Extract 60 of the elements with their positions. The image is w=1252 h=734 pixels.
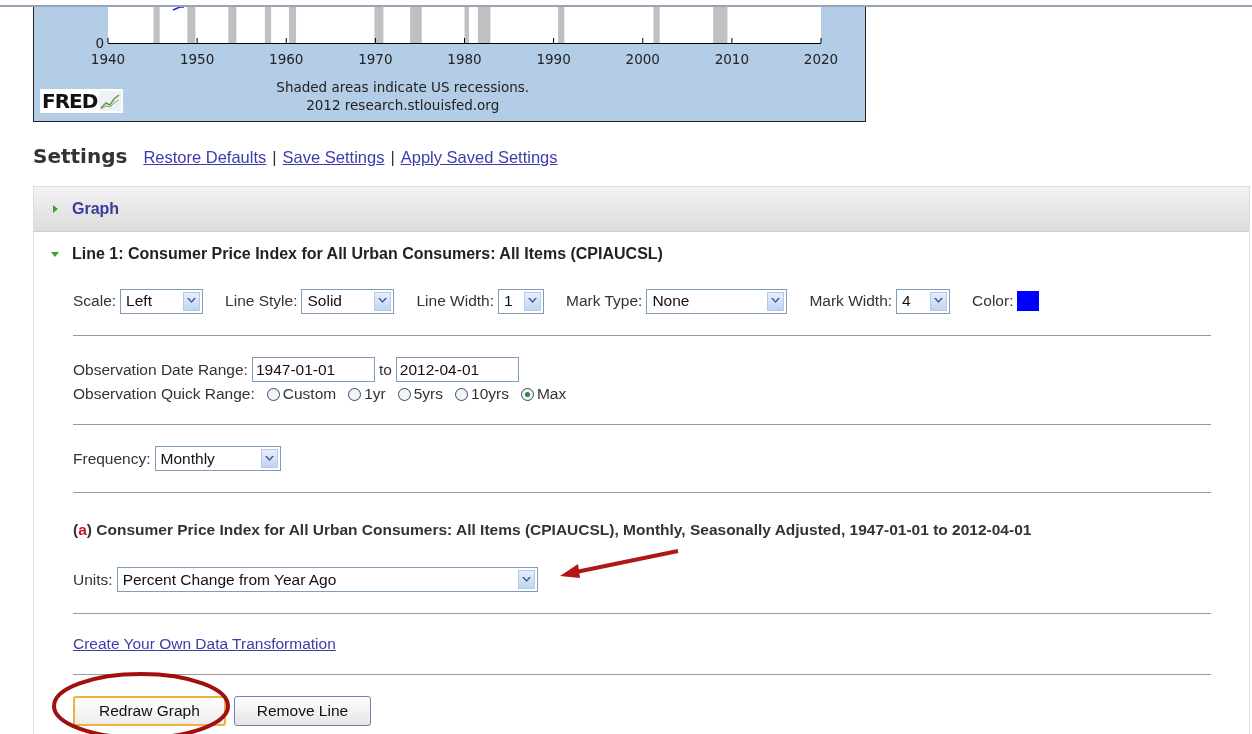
option-select[interactable]: 4 (896, 288, 951, 314)
radio-button[interactable] (266, 387, 280, 401)
radio-label: Custom (282, 385, 337, 403)
settings-link[interactable]: Restore Defaults (143, 148, 267, 167)
radio-button[interactable] (520, 387, 534, 401)
logo-text: FRED (42, 89, 98, 113)
color-swatch[interactable] (1017, 291, 1040, 311)
recession-note: Shaded areas indicate US recessions. (276, 78, 530, 96)
option-select[interactable]: Solid (301, 288, 395, 314)
option-select[interactable]: 1 (498, 288, 545, 314)
option-select[interactable]: Left (120, 288, 204, 314)
radio-label: Max (536, 385, 567, 403)
x-tick-label: 1980 (447, 51, 482, 67)
separator: | (272, 148, 277, 167)
x-tick-label: 1950 (179, 51, 215, 67)
radio-label: 5yrs (413, 385, 444, 403)
chart-icon (99, 91, 122, 111)
radio-button[interactable] (397, 387, 411, 401)
units-label: Units: (73, 570, 113, 589)
radio-label: 10yrs (471, 385, 509, 403)
x-tick-label: 1990 (536, 51, 571, 67)
x-tick-label: 1970 (358, 51, 393, 67)
settings-title: Settings (33, 144, 128, 168)
option-label: Mark Type: (566, 292, 643, 310)
settings-link[interactable]: Apply Saved Settings (400, 148, 558, 167)
separator: | (390, 148, 395, 167)
y-tick-label: 0 (95, 35, 104, 51)
section-header[interactable]: Graph (34, 187, 1249, 232)
x-tick-label: 1940 (90, 51, 126, 67)
triangle-right-icon (50, 204, 60, 214)
quick-range-label: Observation Quick Range: (73, 385, 255, 403)
form-button[interactable]: Remove Line (233, 696, 372, 726)
section-title: Graph (72, 200, 120, 218)
source-text: 2012 research.stlouisfed.org (306, 96, 500, 114)
option-label: Color: (972, 292, 1014, 310)
x-tick-label: 2000 (625, 51, 660, 67)
triangle-down-icon (50, 249, 60, 259)
form-button[interactable]: Redraw Graph (73, 696, 226, 726)
frequency-select[interactable]: Monthly (154, 446, 281, 471)
series-title: (a) Consumer Price Index for All Urban Consumers: All Items (CPIAUCSL), Monthly, Seasonally Adjusted, 1947-01-01 to 2012-04-01 (73, 521, 1033, 539)
option-label: Line Style: (225, 292, 298, 310)
transformation-link[interactable]: Create Your Own Data Transformation (73, 635, 336, 653)
end-date-field[interactable]: 2012-04-01 (395, 357, 519, 382)
section-title: Line 1: Consumer Price Index for All Urban Consumers: All Items (CPIAUCSL) (72, 245, 663, 263)
x-tick-label: 2020 (803, 51, 839, 67)
frequency-label: Frequency: (73, 449, 151, 468)
settings-link[interactable]: Save Settings (282, 148, 385, 167)
radio-button[interactable] (455, 387, 469, 401)
radio-label: 1yr (364, 385, 386, 403)
x-tick-label: 2010 (714, 51, 750, 67)
option-label: Scale: (73, 292, 117, 310)
option-select[interactable]: None (646, 288, 788, 314)
radio-button[interactable] (348, 387, 362, 401)
to-label: to (378, 360, 392, 379)
option-label: Mark Width: (809, 292, 893, 310)
date-range-label: Observation Date Range: (73, 360, 248, 379)
x-tick-label: 1960 (269, 51, 304, 67)
start-date-field[interactable]: 1947-01-01 (251, 357, 375, 382)
option-label: Line Width: (416, 292, 495, 310)
units-select[interactable]: Percent Change from Year Ago (116, 567, 538, 592)
